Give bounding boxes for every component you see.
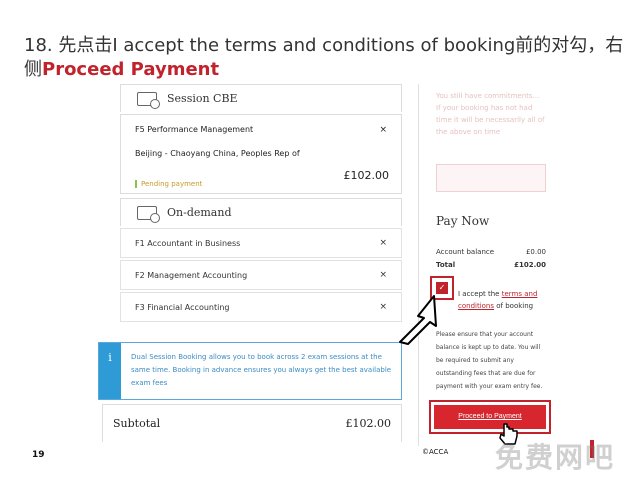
info-icon: i: [99, 343, 121, 399]
terms-prefix: I accept the: [458, 290, 502, 298]
exam-name: F1 Accountant in Business: [135, 239, 241, 248]
column-divider: [418, 84, 419, 446]
cbe-exam-name: F5 Performance Management: [135, 125, 254, 134]
info-text: Dual Session Booking allows you to book …: [131, 353, 392, 387]
cbe-exam-location: Beijing - Chaoyang China, Peoples Rep of: [135, 149, 300, 158]
faded-button: [436, 164, 546, 192]
proceed-to-payment-button[interactable]: Proceed to Payment: [434, 405, 546, 429]
payment-sidebar: You still have commitments… If your book…: [422, 84, 572, 446]
subtotal-label: Subtotal: [113, 417, 161, 430]
slide-title: 18. 先点击I accept the terms and conditions…: [24, 34, 624, 82]
checkmark-icon: ✓: [436, 282, 448, 294]
list-item: F1 Accountant in Business ×: [120, 228, 402, 258]
total-value: £102.00: [514, 261, 546, 269]
computer-icon: [137, 91, 160, 109]
list-item: F3 Financial Accounting ×: [120, 292, 402, 322]
remove-icon[interactable]: ×: [379, 292, 387, 322]
terms-link[interactable]: terms and: [502, 290, 538, 298]
account-balance-value: £0.00: [525, 248, 546, 256]
balance-note: Please ensure that your account balance …: [436, 331, 543, 390]
subtotal-row: Subtotal £102.00: [102, 404, 402, 442]
total-row: Total £102.00: [436, 261, 546, 269]
session-cbe-header: Session CBE: [120, 84, 402, 112]
slide-title-highlight: Proceed Payment: [42, 59, 220, 80]
conditions-link[interactable]: conditions: [458, 302, 494, 310]
screenshot-panel: Session CBE F5 Performance Management × …: [72, 84, 572, 446]
info-banner: i Dual Session Booking allows you to boo…: [98, 342, 402, 400]
session-cbe-heading: Session CBE: [167, 92, 238, 105]
cbe-exam-price: £102.00: [343, 169, 390, 182]
account-balance-row: Account balance £0.00: [436, 248, 546, 256]
watermark-logo: 免费网吧: [495, 441, 616, 474]
terms-text: I accept the terms and conditions of book…: [458, 288, 548, 312]
on-demand-header: On-demand: [120, 198, 402, 226]
list-item: F2 Management Accounting ×: [120, 260, 402, 290]
faded-notice: You still have commitments… If your book…: [436, 92, 545, 136]
terms-suffix: of booking: [494, 302, 534, 310]
remove-icon[interactable]: ×: [379, 228, 387, 258]
copyright: ©ACCA: [422, 448, 449, 456]
status-badge: Pending payment: [135, 171, 202, 190]
account-balance-label: Account balance: [436, 248, 495, 256]
total-label: Total: [436, 261, 456, 269]
page-number: 19: [32, 450, 45, 460]
subtotal-value: £102.00: [345, 417, 392, 430]
computer-icon: [137, 205, 160, 223]
basket-column: Session CBE F5 Performance Management × …: [72, 84, 417, 446]
exam-name: F2 Management Accounting: [135, 271, 248, 280]
pay-now-heading: Pay Now: [436, 214, 490, 228]
remove-icon[interactable]: ×: [379, 260, 387, 290]
pointer-cursor-icon: [399, 295, 437, 345]
exam-name: F3 Financial Accounting: [135, 303, 230, 312]
cbe-exam-card: F5 Performance Management × Beijing - Ch…: [120, 114, 402, 194]
remove-icon[interactable]: ×: [379, 125, 387, 135]
on-demand-heading: On-demand: [167, 206, 232, 219]
proceed-highlight: Proceed to Payment: [429, 400, 551, 434]
